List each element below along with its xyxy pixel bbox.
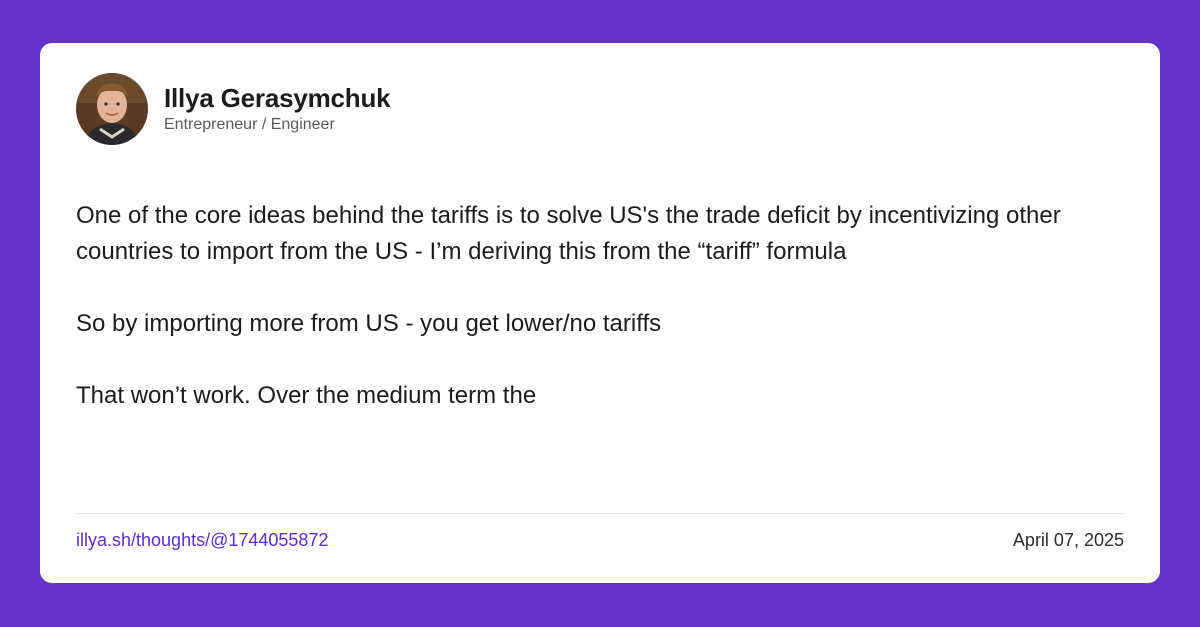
- post-body: One of the core ideas behind the tariffs…: [76, 198, 1126, 450]
- post-paragraph: One of the core ideas behind the tariffs…: [76, 202, 1061, 265]
- post-link[interactable]: illya.sh/thoughts/@1744055872: [76, 529, 328, 551]
- post-date: April 07, 2025: [1012, 530, 1124, 550]
- post-footer: illya.sh/thoughts/@1744055872 April 07, …: [76, 529, 1124, 551]
- author-title: Entrepreneur / Engineer: [164, 116, 335, 133]
- post-paragraph: That won’t work. Over the medium term th…: [76, 382, 537, 409]
- post-paragraph: So by importing more from US - you get l…: [76, 310, 662, 337]
- author-info: Illya Gerasymchuk Entrepreneur / Enginee…: [164, 83, 391, 135]
- footer-divider: [76, 513, 1124, 514]
- author-header: Illya Gerasymchuk Entrepreneur / Enginee…: [76, 73, 391, 145]
- avatar: [76, 73, 148, 145]
- post-card: Illya Gerasymchuk Entrepreneur / Enginee…: [40, 43, 1160, 583]
- author-name: Illya Gerasymchuk: [164, 83, 391, 113]
